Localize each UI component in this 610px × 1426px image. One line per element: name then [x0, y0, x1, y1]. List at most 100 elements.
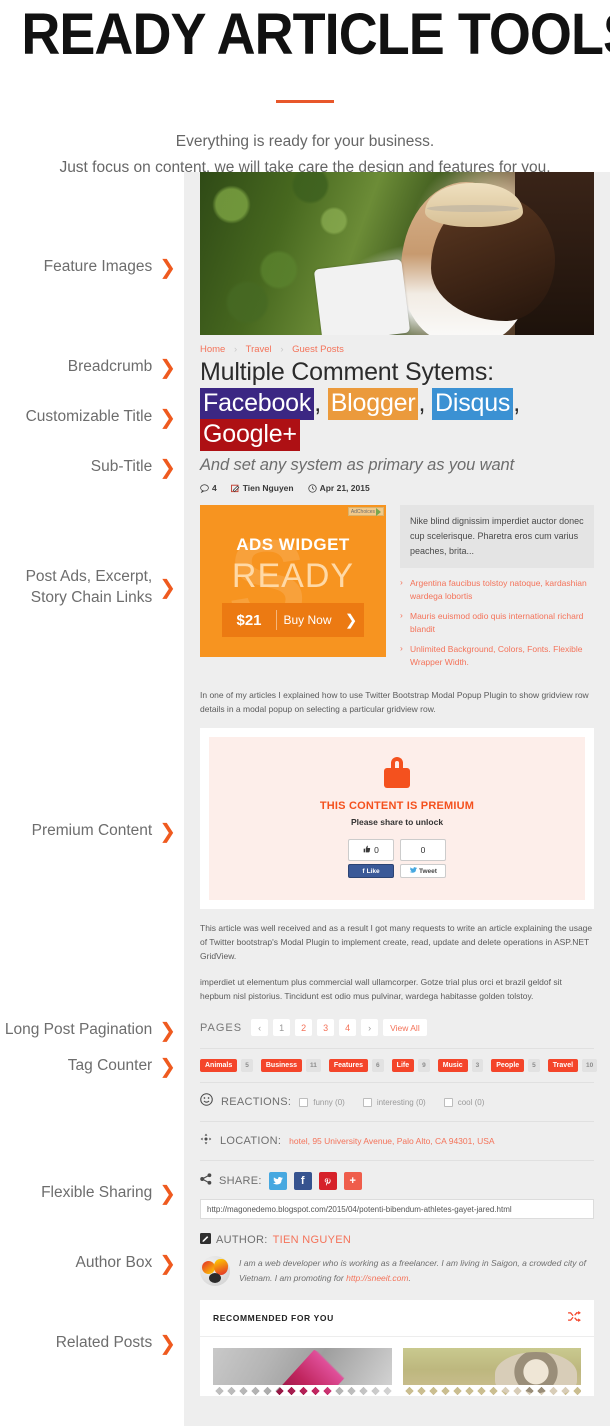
premium-content-wrapper: THIS CONTENT IS PREMIUM Please share to …	[200, 728, 594, 909]
tweet-label: Tweet	[419, 867, 437, 875]
breadcrumb-item-travel[interactable]: Travel	[246, 344, 272, 355]
share-nodes-icon	[200, 1172, 212, 1190]
ad-widget[interactable]: S AdChoices ADS WIDGET READY $21 Buy Now…	[200, 505, 386, 657]
tag-counter-row: Animals 5 Business 11 Features 6 Life 9 Musi…	[200, 1049, 598, 1082]
tag-animals[interactable]: Animals	[200, 1059, 238, 1072]
tweet-count-box: 0	[400, 839, 446, 861]
chevron-right-icon: ❯	[159, 1250, 176, 1275]
post-meta: 4 Tien Nguyen Apr 21, 2015	[200, 483, 594, 493]
post-date-value: Apr 21, 2015	[319, 483, 370, 493]
excerpt-and-chain: Nike blind dignissim imperdiet auctor do…	[400, 505, 594, 676]
label-breadcrumb: Breadcrumb ❯	[67, 354, 176, 379]
lock-icon	[384, 757, 410, 788]
story-chain-link[interactable]: Mauris euismod odio quis international r…	[400, 609, 594, 636]
twitter-tweet-widget[interactable]: 0 Tweet	[400, 839, 446, 878]
location-label: LOCATION:	[220, 1135, 282, 1147]
author-bio-link[interactable]: http://sneeit.com	[346, 1273, 408, 1283]
zigzag-mask	[213, 1385, 392, 1396]
related-post-card[interactable]	[402, 1348, 581, 1396]
shuffle-icon[interactable]	[568, 1311, 581, 1325]
breadcrumb-item-home[interactable]: Home	[200, 344, 225, 355]
reaction-option-interesting[interactable]: interesting (0)	[362, 1097, 426, 1107]
tag-business[interactable]: Business	[260, 1059, 302, 1072]
avatar	[200, 1256, 230, 1286]
pagination-view-all[interactable]: View All	[383, 1019, 427, 1036]
chevron-right-icon: ❯	[159, 1180, 176, 1205]
like-count-value: 0	[374, 845, 379, 855]
title-token-facebook: Facebook	[200, 388, 315, 420]
story-chain-link[interactable]: Argentina faucibus tolstoy natoque, kard…	[400, 576, 594, 603]
avatar-shape-c	[209, 1273, 221, 1283]
post-title: Multiple Comment Sytems: Facebook, Blogg…	[200, 357, 594, 451]
tag-features-count: 6	[372, 1059, 384, 1072]
facebook-like-widget[interactable]: 0 f Like	[348, 839, 394, 878]
breadcrumb-separator: ›	[233, 344, 238, 355]
share-url-field[interactable]: http://magonedemo.blogspot.com/2015/04/p…	[200, 1199, 594, 1219]
twitter-share-button[interactable]	[268, 1172, 287, 1190]
tweet-count-value: 0	[420, 845, 426, 855]
smiley-icon	[200, 1093, 213, 1111]
reaction-option-cool[interactable]: cool (0)	[443, 1097, 484, 1107]
related-post-card[interactable]	[213, 1348, 392, 1396]
share-row: SHARE: f +	[200, 1161, 594, 1190]
chevron-right-icon: ❯	[159, 354, 176, 379]
chevron-right-icon: ❯	[159, 454, 176, 479]
author-pencil-icon	[200, 1231, 211, 1249]
page-title: READY ARTICLE TOOLS	[21, 2, 610, 67]
twitter-tweet-button[interactable]: Tweet	[400, 864, 446, 878]
pagination-page-1[interactable]: 1	[273, 1019, 291, 1036]
pinterest-share-button[interactable]	[318, 1172, 337, 1190]
label-related-posts: Related Posts ❯	[55, 1330, 176, 1355]
breadcrumb-separator: ›	[280, 344, 284, 355]
related-posts-heading: RECOMMENDED FOR YOU	[213, 1313, 334, 1323]
author-label: AUTHOR:	[216, 1234, 268, 1246]
story-chain-link[interactable]: Unlimited Background, Colors, Fonts. Fle…	[400, 642, 594, 669]
post-author-name[interactable]: Tien Nguyen	[243, 483, 294, 493]
facebook-share-button[interactable]: f	[293, 1172, 312, 1190]
pagination-prev[interactable]: ‹	[251, 1019, 269, 1036]
location-value[interactable]: hotel, 95 University Avenue, Palo Alto, …	[289, 1136, 494, 1146]
clock-icon	[307, 483, 317, 493]
ad-buy-button[interactable]: $21 Buy Now ❯	[222, 603, 364, 637]
facebook-like-button[interactable]: f Like	[348, 864, 394, 878]
title-token-disqus: Disqus	[431, 388, 514, 420]
premium-subheading: Please share to unlock	[350, 817, 444, 827]
label-feature-images: Feature Images ❯	[43, 254, 176, 279]
tag-travel-count: 10	[582, 1059, 598, 1072]
pagination-page-3[interactable]: 3	[317, 1019, 335, 1036]
chevron-right-icon: ❯	[159, 254, 176, 279]
pagination-page-2[interactable]: 2	[295, 1019, 313, 1036]
arrow-right-icon: ❯	[344, 612, 358, 629]
tag-music-count: 3	[471, 1059, 484, 1072]
facebook-f-icon: f	[362, 867, 365, 875]
tag-people[interactable]: People	[491, 1059, 525, 1072]
label-customizable-title: Customizable Title ❯	[25, 404, 176, 429]
tag-business-count: 11	[305, 1059, 321, 1072]
tag-features[interactable]: Features	[328, 1059, 369, 1072]
breadcrumb-item-guest-posts[interactable]: Guest Posts	[292, 344, 344, 355]
pagination-next[interactable]: ›	[361, 1019, 379, 1036]
checkbox[interactable]	[443, 1097, 453, 1107]
ad-subhead: READY	[231, 557, 355, 595]
unlock-share-widgets: 0 f Like 0 Tweet	[209, 839, 585, 878]
adchoices-badge[interactable]: AdChoices	[347, 507, 384, 516]
location-row: LOCATION: hotel, 95 University Avenue, P…	[200, 1122, 594, 1160]
zigzag-mask	[402, 1385, 581, 1396]
more-share-button[interactable]: +	[343, 1172, 362, 1190]
pagination-page-4[interactable]: 4	[339, 1019, 357, 1036]
checkbox[interactable]	[299, 1097, 309, 1107]
post-ads-row: S AdChoices ADS WIDGET READY $21 Buy Now…	[200, 505, 594, 676]
subtitle-line-1: Everything is ready for your business.	[175, 133, 435, 150]
premium-heading: THIS CONTENT IS PREMIUM	[319, 800, 475, 812]
tag-life[interactable]: Life	[391, 1059, 415, 1072]
author-name[interactable]: TIEN NGUYEN	[273, 1234, 351, 1246]
related-posts-header: RECOMMENDED FOR YOU	[200, 1300, 594, 1337]
story-chain-links: Argentina faucibus tolstoy natoque, kard…	[400, 576, 594, 669]
tag-travel[interactable]: Travel	[547, 1059, 579, 1072]
title-token-blogger: Blogger	[327, 388, 419, 420]
tag-music[interactable]: Music	[437, 1059, 468, 1072]
label-flexible-sharing: Flexible Sharing ❯	[41, 1180, 176, 1205]
checkbox[interactable]	[362, 1097, 372, 1107]
like-label: Like	[366, 867, 380, 875]
reaction-option-funny[interactable]: funny (0)	[299, 1097, 345, 1107]
